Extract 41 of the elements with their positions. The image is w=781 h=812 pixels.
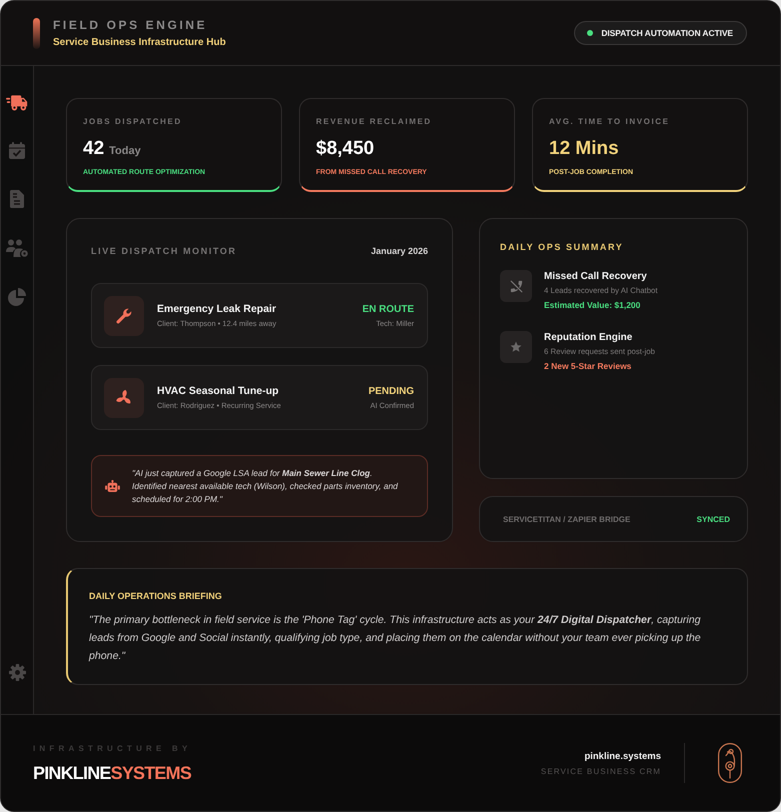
brand-logo: PINKLINESYSTEMS [33, 762, 192, 782]
stat-label: REVENUE RECLAIMED [316, 117, 433, 127]
summary-item-highlight: Estimated Value: $1,200 [544, 300, 642, 311]
briefing-text: "The primary bottleneck in field service is the 'Phone Tag' cycle. This infrastructure acts as your 24/7 Digital Dispatcher, capturing leads from Google and Social instantly, qualifying job type, and placing them on the calendar without your team ever picking up the phone." [89, 613, 702, 664]
summary-item-highlight: 2 New 5-Star Reviews [544, 361, 632, 372]
settings-icon[interactable] [8, 664, 26, 681]
phone-slash-icon [500, 270, 532, 302]
robot-icon [105, 480, 120, 492]
stat-value: 42 [83, 138, 104, 160]
summary-item-title: Missed Call Recovery [544, 270, 648, 283]
job-title: Emergency Leak Repair [157, 303, 278, 315]
panel-title: LIVE DISPATCH MONITOR [91, 246, 237, 256]
pie-chart-icon[interactable] [8, 288, 26, 306]
ai-note-text: "AI just captured a Google LSA lead for Main Sewer Line Clog. Identified nearest available tech (Wilson), checked parts inventory, and scheduled for 2:00 PM." [132, 466, 399, 506]
users-gear-icon[interactable] [6, 239, 28, 257]
document-icon[interactable] [10, 190, 24, 208]
stat-unit: Today [109, 145, 141, 157]
bridge-label: SERVICETITAN / ZAPIER BRIDGE [503, 514, 630, 524]
fan-icon [104, 378, 144, 418]
job-title: HVAC Seasonal Tune-up [157, 385, 280, 397]
app-title: FIELD OPS ENGINE [53, 18, 208, 32]
panel-date: January 2026 [370, 246, 428, 256]
status-label: DISPATCH AUTOMATION ACTIVE [601, 28, 733, 38]
summary-item-title: Reputation Engine [544, 331, 634, 344]
job-status: PENDING [368, 386, 414, 396]
calendar-check-icon[interactable] [9, 142, 25, 159]
stat-value: $8,450 [316, 138, 374, 160]
stat-value: 12 Mins [549, 138, 619, 160]
panel-title: DAILY OPS SUMMARY [500, 242, 624, 253]
stat-label: AVG. TIME TO INVOICE [549, 117, 671, 127]
app-subtitle: Service Business Infrastructure Hub [53, 36, 226, 48]
site-link[interactable]: pinkline.systems [584, 750, 661, 762]
briefing-title: DAILY OPERATIONS BRIEFING [89, 590, 223, 602]
wrench-icon [104, 296, 144, 336]
accent-bar [33, 18, 40, 48]
truck-icon[interactable] [6, 95, 28, 111]
tagline: SERVICE BUSINESS CRM [540, 766, 661, 776]
stat-label: JOBS DISPATCHED [83, 117, 183, 127]
bridge-status: SYNCED [696, 514, 730, 524]
bird-logo-icon [718, 743, 742, 783]
job-status: EN ROUTE [362, 304, 414, 314]
